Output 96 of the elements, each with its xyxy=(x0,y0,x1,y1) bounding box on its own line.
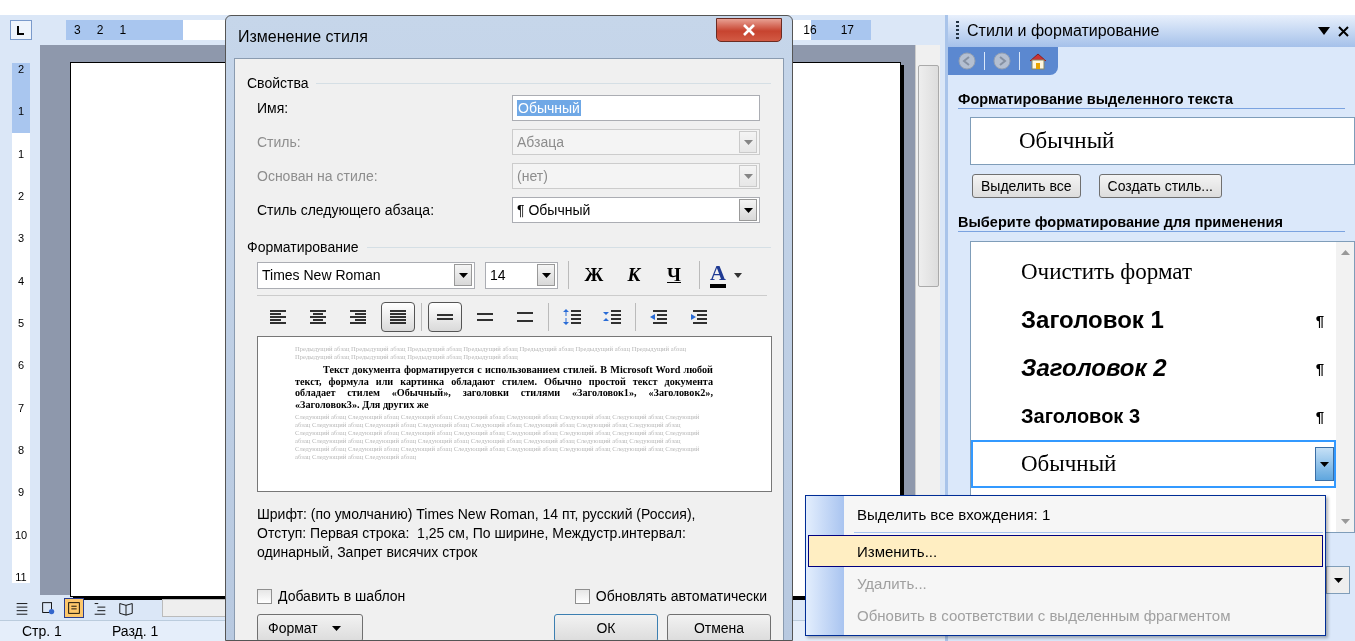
field-label: Стиль следующего абзаца: xyxy=(256,202,436,218)
align-right-icon xyxy=(348,307,368,327)
caret-icon xyxy=(541,272,551,278)
sample-paragraph-text: Текст документа форматируется с использованием стилей. В Microsoft Word любой текст, формула или картинка обладают стилем. Обычно простой текст документа обладает стилем «Обычный», заголовки стилями «Заголовок1», «Заголовок2», «Заголовок3». Для других же xyxy=(295,364,713,410)
checkbox[interactable] xyxy=(574,588,590,604)
dropdown-arrow-icon[interactable] xyxy=(1318,27,1330,35)
style-name: Очистить формат xyxy=(1021,259,1193,285)
ruler-number: 2 xyxy=(17,63,25,75)
scroll-down-icon[interactable] xyxy=(1340,519,1350,524)
checkbox-label: Добавить в шаблон xyxy=(278,588,406,604)
justify-icon xyxy=(388,307,408,327)
home-icon[interactable] xyxy=(1028,52,1048,70)
close-icon[interactable] xyxy=(1338,25,1349,37)
caret-icon xyxy=(458,272,468,278)
tab-selector-icon[interactable] xyxy=(10,20,32,40)
italic-button[interactable]: К xyxy=(619,261,649,289)
bold-button[interactable]: Ж xyxy=(579,261,609,289)
field-label: Стиль: xyxy=(256,134,302,150)
scroll-thumb[interactable] xyxy=(917,65,939,287)
caret-icon xyxy=(743,207,753,213)
ruler-number: 3 xyxy=(73,23,82,37)
ruler-number: 4 xyxy=(17,274,25,287)
increase-indent-icon xyxy=(689,307,709,327)
ruler-number: 3 xyxy=(17,232,25,245)
increase-spacing-icon xyxy=(562,307,582,327)
ruler-number: 16 xyxy=(802,23,818,37)
ruler-number: 7 xyxy=(17,401,25,414)
group-heading: Свойства xyxy=(247,75,309,91)
style-name: Заголовок 2 xyxy=(1021,354,1168,382)
close-button[interactable] xyxy=(716,18,782,42)
ruler-number: 10 xyxy=(14,528,28,541)
cancel-button[interactable]: Отмена xyxy=(667,614,771,640)
caret-icon xyxy=(743,139,753,145)
caret-icon xyxy=(331,625,341,631)
caret-icon[interactable] xyxy=(733,272,742,278)
ruler-number: 5 xyxy=(17,316,25,329)
caret-icon xyxy=(743,173,753,179)
caret-icon xyxy=(1333,577,1343,583)
ruler-number: 1 xyxy=(17,147,25,160)
style-name: Заголовок 1 xyxy=(1021,306,1165,334)
menu-item[interactable]: Выделить все вхождения: 1 xyxy=(808,498,1323,530)
decrease-spacing-icon xyxy=(602,307,622,327)
caret-icon xyxy=(1320,461,1329,467)
ruler-number: 11 xyxy=(15,570,27,583)
pane-title: Стили и форматирование xyxy=(967,22,1161,40)
style-name: Заголовок 3 xyxy=(1021,404,1142,428)
paragraph-mark: ¶ xyxy=(1315,407,1324,425)
menu-item[interactable]: Изменить... xyxy=(808,535,1323,567)
paragraph-mark: ¶ xyxy=(1315,311,1324,329)
style-item[interactable]: Обычный xyxy=(971,440,1336,488)
dropdown-field[interactable]: ¶ Обычный xyxy=(512,197,760,223)
dialog-title: Изменение стиля xyxy=(238,28,369,46)
pane-button[interactable]: Создать стиль... xyxy=(1098,174,1222,198)
view-mode-icon xyxy=(40,599,56,616)
style-description: Шрифт: (по умолчанию) Times New Roman, 14 пт, русский (Россия), Отступ: Первая строка: 1,25 см, По ширине, Междустр.интервал: одинарный, Запрет висячих строк xyxy=(257,505,697,562)
close-icon xyxy=(742,24,756,36)
checkbox-label: Обновлять автоматически xyxy=(595,588,767,604)
style-item[interactable]: Заголовок 3 ¶ xyxy=(971,392,1336,440)
current-style-preview: Обычный xyxy=(970,117,1355,165)
checkbox[interactable] xyxy=(257,588,272,604)
paragraph-mark: ¶ xyxy=(1315,359,1324,377)
field-label: Основан на стиле: xyxy=(256,168,379,184)
decrease-indent-icon xyxy=(649,307,669,327)
ok-button[interactable]: ОК xyxy=(554,614,658,640)
section-number: Разд. 1 xyxy=(111,623,159,639)
style-item[interactable]: Заголовок 1 ¶ xyxy=(971,296,1336,344)
paragraph-format-button[interactable] xyxy=(428,302,462,332)
ruler-number: 2 xyxy=(17,190,25,202)
field-label: Имя: xyxy=(256,100,290,116)
page-number: Стр. 1 xyxy=(22,623,62,639)
paragraph-format-button[interactable] xyxy=(381,302,415,332)
font-color-button[interactable]: A xyxy=(710,262,726,288)
align-center-icon xyxy=(308,307,328,327)
group-heading: Форматирование xyxy=(247,239,359,255)
ruler-number: 1 xyxy=(17,105,25,118)
style-name: Обычный xyxy=(1021,451,1118,477)
ruler-number: 2 xyxy=(95,23,105,37)
align-left-icon xyxy=(268,307,288,327)
style-item[interactable]: Заголовок 2 ¶ xyxy=(971,344,1336,392)
view-mode-icon xyxy=(66,599,82,616)
format-menu-button[interactable]: Формат xyxy=(257,614,363,640)
view-button[interactable] xyxy=(64,597,84,618)
font-dropdown[interactable]: Times New Roman xyxy=(257,261,475,289)
scroll-up-icon[interactable] xyxy=(1340,250,1350,255)
pane-button[interactable]: Выделить все xyxy=(972,174,1081,198)
ruler-number: 8 xyxy=(17,443,25,456)
ruler-number: 1 xyxy=(118,23,128,37)
font-size-dropdown[interactable]: 14 xyxy=(485,261,558,289)
ruler-number: 6 xyxy=(17,359,25,372)
section-heading: Выберите форматирование для применения xyxy=(958,214,1345,232)
ruler-number: 17 xyxy=(839,23,855,37)
section-heading: Форматирование выделенного текста xyxy=(958,91,1345,109)
underline-button[interactable]: Ч xyxy=(659,261,689,289)
style-item[interactable]: Очистить формат xyxy=(971,248,1336,296)
ruler-number: 9 xyxy=(17,486,25,499)
style-dropdown-button[interactable] xyxy=(1315,447,1334,481)
